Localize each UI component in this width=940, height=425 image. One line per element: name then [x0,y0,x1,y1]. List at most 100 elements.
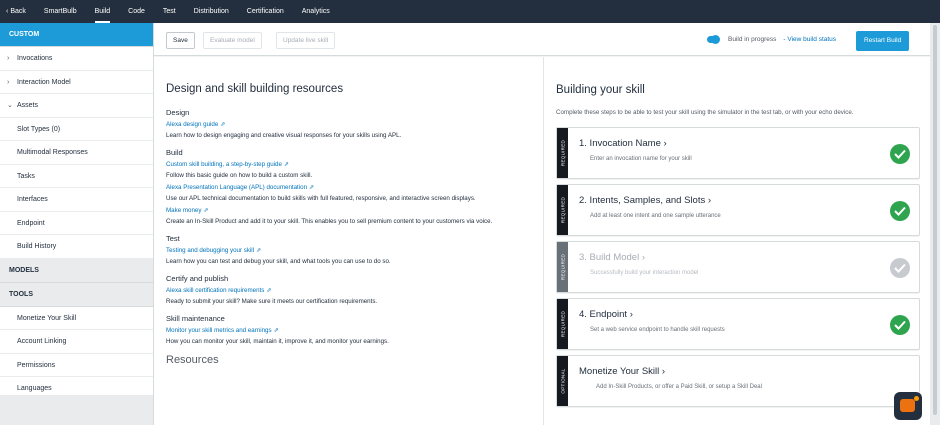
chevron-right-icon: › [663,138,667,149]
sidebar-item-account-linking[interactable]: Account Linking [0,330,153,354]
sidebar-item-permissions[interactable]: Permissions [0,354,153,377]
certification-requirements-link[interactable]: Alexa skill certification requirements ⇗ [166,287,543,294]
certify-heading: Certify and publish [166,274,229,283]
required-tag: REQUIRED [557,242,568,292]
sidebar-item-build-history[interactable]: Build History [0,235,153,259]
certify-description: Ready to submit your skill? Make sure it… [166,298,378,305]
sidebar-item-multimodal-responses[interactable]: Multimodal Responses [0,141,153,165]
custom-skill-guide-link[interactable]: Custom skill building, a step-by-step gu… [166,161,543,168]
chevron-down-icon: ⌄ [7,102,13,109]
step-title: 3. Build Model › [579,252,646,263]
sidebar-header-custom[interactable]: CUSTOM [0,23,153,47]
check-circle-icon [890,201,910,221]
resources-panel: Design and skill building resources Desi… [154,57,543,425]
scrollbar-thumb[interactable] [933,25,937,415]
chevron-right-icon: › [707,195,712,206]
sidebar-item-assets[interactable]: ⌄ Assets [0,94,153,118]
sidebar-item-tasks[interactable]: Tasks [0,165,153,188]
view-build-status-link[interactable]: - View build status [783,36,836,43]
required-tag: REQUIRED [557,299,568,349]
restart-build-button[interactable]: Restart Build [856,31,910,51]
design-description: Learn how to design engaging and creativ… [166,132,402,139]
step-title: Monetize Your Skill › [579,366,666,377]
chevron-right-icon: › [661,366,666,377]
tab-code[interactable]: Code [128,0,145,23]
design-guide-link[interactable]: Alexa design guide ⇗ [166,121,543,128]
test-heading: Test [166,234,180,243]
back-link[interactable]: ‹ Back [6,0,26,23]
tab-analytics[interactable]: Analytics [302,0,330,23]
evaluate-model-button[interactable]: Evaluate model [203,32,262,49]
chevron-right-icon: › [7,55,10,62]
external-link-icon: ⇗ [256,248,262,254]
check-circle-icon [890,258,910,278]
sidebar-header-models[interactable]: MODELS [0,258,153,283]
save-button[interactable]: Save [166,32,195,49]
external-link-icon: ⇗ [266,288,272,294]
chevron-right-icon: › [641,252,646,263]
sidebar-item-interfaces[interactable]: Interfaces [0,188,153,212]
checklist-subtitle: Complete these steps to be able to test … [556,109,854,116]
sidebar-header-tools[interactable]: TOOLS [0,282,153,307]
tab-build[interactable]: Build [94,0,110,23]
update-live-skill-button[interactable]: Update live skill [276,32,336,49]
sidebar: CUSTOM › Invocations › Interaction Model ⌄… [0,23,154,425]
external-link-icon: ⇗ [203,208,209,214]
sidebar-item-invocations[interactable]: › Invocations [0,47,153,71]
chat-icon [900,399,915,412]
make-money-description: Create an In-Skill Product and add it to… [166,218,493,225]
external-link-icon: ⇗ [283,162,289,168]
external-link-icon: ⇗ [273,328,279,334]
tab-smartbulb[interactable]: SmartBulb [44,0,77,23]
make-money-link[interactable]: Make money ⇗ [166,207,543,214]
sidebar-item-slot-types[interactable]: Slot Types (0) [0,117,153,141]
step-title: 1. Invocation Name › [579,138,667,149]
step-title: 4. Endpoint › [579,309,633,320]
checklist-title: Building your skill [556,84,645,96]
maintenance-group: Skill maintenance Monitor your skill met… [166,314,543,346]
tab-test[interactable]: Test [163,0,176,23]
progress-indicator-icon [707,35,720,44]
top-navigation: ‹ Back SmartBulb Build Code Test Distribu… [0,0,940,23]
step-invocation-name[interactable]: REQUIRED 1. Invocation Name › Enter an i… [556,127,920,179]
build-heading: Build [166,148,183,157]
certify-group: Certify and publish Alexa skill certific… [166,274,543,306]
tab-distribution[interactable]: Distribution [194,0,229,23]
optional-tag: OPTIONAL [557,356,568,406]
build-group: Build Custom skill building, a step-by-s… [166,148,543,226]
step-endpoint[interactable]: REQUIRED 4. Endpoint › Set a web service… [556,298,920,350]
resources-title: Design and skill building resources [166,83,344,95]
check-circle-icon [890,315,910,335]
required-tag: REQUIRED [557,128,568,178]
design-heading: Design [166,108,190,117]
required-tag: REQUIRED [557,185,568,235]
step-description: Add In-Skill Products, or offer a Paid S… [596,384,762,390]
check-circle-icon [890,144,910,164]
external-link-icon: ⇗ [220,122,226,128]
metrics-earnings-link[interactable]: Monitor your skill metrics and earnings ⇗ [166,327,543,334]
sidebar-item-endpoint[interactable]: Endpoint [0,212,153,235]
chevron-left-icon: ‹ [6,8,9,15]
test-group: Test Testing and debugging your skill ⇗ L… [166,234,543,266]
step-intents-samples-slots[interactable]: REQUIRED 2. Intents, Samples, and Slots … [556,184,920,236]
notification-dot-icon [914,396,919,401]
apl-docs-link[interactable]: Alexa Presentation Language (APL) docume… [166,184,543,191]
maintenance-heading: Skill maintenance [166,314,225,323]
testing-debugging-link[interactable]: Testing and debugging your skill ⇗ [166,247,543,254]
testing-description: Learn how you can test and debug your sk… [166,258,391,265]
design-group: Design Alexa design guide ⇗ Learn how to … [166,108,543,140]
chevron-right-icon: › [7,78,10,86]
step-description: Successfully build your interaction mode… [590,270,699,276]
step-description: Add at least one intent and one sample u… [590,213,721,219]
sidebar-footer-fill [0,395,153,425]
step-monetize-skill[interactable]: OPTIONAL Monetize Your Skill › Add In-Sk… [556,355,920,407]
build-toolbar: Save Evaluate model Update live skill Bu… [154,23,930,56]
build-progress: Build in progress - View build status [707,35,836,44]
chat-help-button[interactable] [894,392,922,420]
external-link-icon: ⇗ [309,185,315,191]
sidebar-item-interaction-model[interactable]: › Interaction Model [0,71,153,94]
step-build-model[interactable]: REQUIRED 3. Build Model › Successfully b… [556,241,920,293]
step-description: Set a web service endpoint to handle ski… [590,327,725,333]
sidebar-item-monetize[interactable]: Monetize Your Skill [0,307,153,330]
tab-certification[interactable]: Certification [247,0,284,23]
